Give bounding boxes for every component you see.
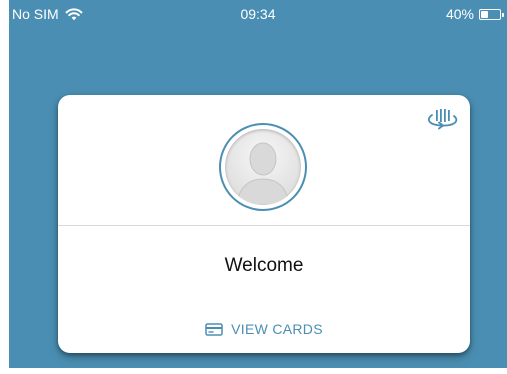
clock: 09:34 (240, 6, 276, 22)
battery-tip (502, 12, 504, 17)
battery-status: 40% (445, 6, 504, 22)
app-screen: No SIM 09:34 40% Welcome VIEW CARDS (0, 0, 507, 374)
view-cards-label: VIEW CARDS (231, 321, 323, 337)
welcome-message: Welcome (224, 255, 304, 276)
credit-card-icon (205, 322, 223, 336)
battery-icon (479, 8, 504, 20)
card-divider (58, 225, 470, 226)
view-cards-button[interactable]: VIEW CARDS (58, 321, 470, 337)
battery-percent: 40% (445, 6, 474, 22)
avatar-frame (225, 129, 301, 205)
battery-fill (481, 10, 488, 18)
avatar (219, 123, 307, 211)
user-avatar-icon (236, 142, 290, 205)
card-flip-icon[interactable] (422, 107, 462, 131)
status-bar: No SIM 09:34 40% (9, 0, 507, 24)
welcome-card: Welcome VIEW CARDS (58, 95, 470, 353)
